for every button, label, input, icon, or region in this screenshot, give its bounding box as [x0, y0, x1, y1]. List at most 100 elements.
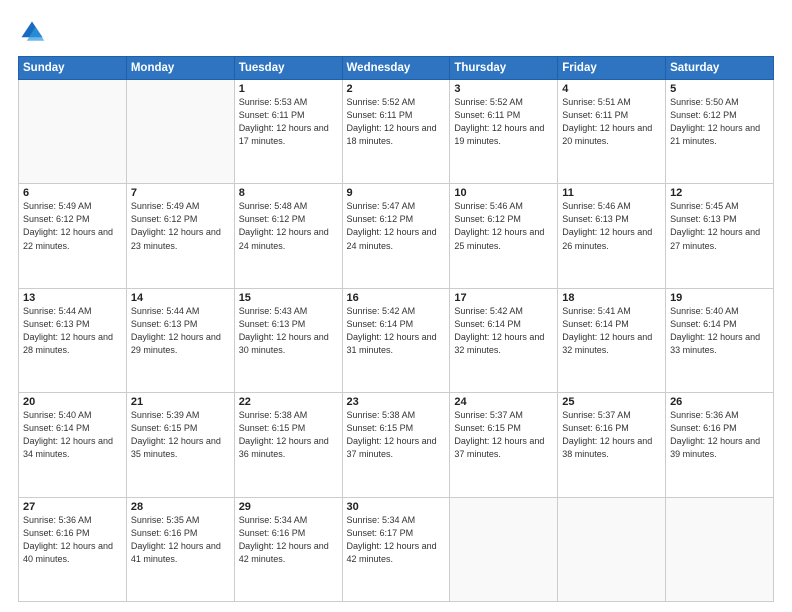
day-number: 5 [670, 83, 769, 95]
day-number: 2 [347, 83, 446, 95]
day-header-friday: Friday [558, 57, 666, 80]
logo [18, 18, 50, 46]
calendar-cell [19, 80, 127, 184]
day-number: 25 [562, 396, 661, 408]
day-info: Sunrise: 5:48 AM Sunset: 6:12 PM Dayligh… [239, 200, 338, 252]
day-info: Sunrise: 5:37 AM Sunset: 6:16 PM Dayligh… [562, 409, 661, 461]
day-info: Sunrise: 5:46 AM Sunset: 6:12 PM Dayligh… [454, 200, 553, 252]
day-number: 16 [347, 292, 446, 304]
day-header-wednesday: Wednesday [342, 57, 450, 80]
week-row-4: 27Sunrise: 5:36 AM Sunset: 6:16 PM Dayli… [19, 497, 774, 601]
calendar-cell: 20Sunrise: 5:40 AM Sunset: 6:14 PM Dayli… [19, 393, 127, 497]
calendar-cell: 10Sunrise: 5:46 AM Sunset: 6:12 PM Dayli… [450, 184, 558, 288]
calendar-cell: 8Sunrise: 5:48 AM Sunset: 6:12 PM Daylig… [234, 184, 342, 288]
day-info: Sunrise: 5:45 AM Sunset: 6:13 PM Dayligh… [670, 200, 769, 252]
week-row-0: 1Sunrise: 5:53 AM Sunset: 6:11 PM Daylig… [19, 80, 774, 184]
day-number: 18 [562, 292, 661, 304]
day-info: Sunrise: 5:35 AM Sunset: 6:16 PM Dayligh… [131, 514, 230, 566]
calendar-cell: 5Sunrise: 5:50 AM Sunset: 6:12 PM Daylig… [666, 80, 774, 184]
day-number: 9 [347, 187, 446, 199]
day-info: Sunrise: 5:49 AM Sunset: 6:12 PM Dayligh… [131, 200, 230, 252]
day-number: 13 [23, 292, 122, 304]
day-info: Sunrise: 5:49 AM Sunset: 6:12 PM Dayligh… [23, 200, 122, 252]
calendar-cell: 19Sunrise: 5:40 AM Sunset: 6:14 PM Dayli… [666, 288, 774, 392]
day-number: 28 [131, 501, 230, 513]
day-number: 10 [454, 187, 553, 199]
day-info: Sunrise: 5:47 AM Sunset: 6:12 PM Dayligh… [347, 200, 446, 252]
day-info: Sunrise: 5:38 AM Sunset: 6:15 PM Dayligh… [239, 409, 338, 461]
day-number: 14 [131, 292, 230, 304]
day-number: 30 [347, 501, 446, 513]
day-info: Sunrise: 5:37 AM Sunset: 6:15 PM Dayligh… [454, 409, 553, 461]
day-info: Sunrise: 5:34 AM Sunset: 6:16 PM Dayligh… [239, 514, 338, 566]
day-info: Sunrise: 5:42 AM Sunset: 6:14 PM Dayligh… [347, 305, 446, 357]
day-info: Sunrise: 5:51 AM Sunset: 6:11 PM Dayligh… [562, 96, 661, 148]
day-header-monday: Monday [126, 57, 234, 80]
calendar-cell: 16Sunrise: 5:42 AM Sunset: 6:14 PM Dayli… [342, 288, 450, 392]
calendar-cell: 23Sunrise: 5:38 AM Sunset: 6:15 PM Dayli… [342, 393, 450, 497]
header [18, 18, 774, 46]
day-number: 26 [670, 396, 769, 408]
calendar: SundayMondayTuesdayWednesdayThursdayFrid… [18, 56, 774, 602]
day-info: Sunrise: 5:41 AM Sunset: 6:14 PM Dayligh… [562, 305, 661, 357]
day-info: Sunrise: 5:53 AM Sunset: 6:11 PM Dayligh… [239, 96, 338, 148]
day-info: Sunrise: 5:38 AM Sunset: 6:15 PM Dayligh… [347, 409, 446, 461]
calendar-cell: 25Sunrise: 5:37 AM Sunset: 6:16 PM Dayli… [558, 393, 666, 497]
day-info: Sunrise: 5:42 AM Sunset: 6:14 PM Dayligh… [454, 305, 553, 357]
calendar-cell: 9Sunrise: 5:47 AM Sunset: 6:12 PM Daylig… [342, 184, 450, 288]
day-number: 27 [23, 501, 122, 513]
calendar-cell: 2Sunrise: 5:52 AM Sunset: 6:11 PM Daylig… [342, 80, 450, 184]
day-info: Sunrise: 5:39 AM Sunset: 6:15 PM Dayligh… [131, 409, 230, 461]
calendar-cell: 11Sunrise: 5:46 AM Sunset: 6:13 PM Dayli… [558, 184, 666, 288]
calendar-cell: 12Sunrise: 5:45 AM Sunset: 6:13 PM Dayli… [666, 184, 774, 288]
day-number: 12 [670, 187, 769, 199]
day-number: 3 [454, 83, 553, 95]
calendar-cell: 3Sunrise: 5:52 AM Sunset: 6:11 PM Daylig… [450, 80, 558, 184]
day-number: 19 [670, 292, 769, 304]
calendar-cell: 29Sunrise: 5:34 AM Sunset: 6:16 PM Dayli… [234, 497, 342, 601]
calendar-cell: 24Sunrise: 5:37 AM Sunset: 6:15 PM Dayli… [450, 393, 558, 497]
day-number: 21 [131, 396, 230, 408]
day-number: 6 [23, 187, 122, 199]
day-info: Sunrise: 5:44 AM Sunset: 6:13 PM Dayligh… [23, 305, 122, 357]
day-number: 23 [347, 396, 446, 408]
calendar-cell: 18Sunrise: 5:41 AM Sunset: 6:14 PM Dayli… [558, 288, 666, 392]
day-number: 11 [562, 187, 661, 199]
calendar-cell: 21Sunrise: 5:39 AM Sunset: 6:15 PM Dayli… [126, 393, 234, 497]
calendar-cell: 17Sunrise: 5:42 AM Sunset: 6:14 PM Dayli… [450, 288, 558, 392]
day-number: 24 [454, 396, 553, 408]
day-info: Sunrise: 5:36 AM Sunset: 6:16 PM Dayligh… [670, 409, 769, 461]
calendar-cell: 1Sunrise: 5:53 AM Sunset: 6:11 PM Daylig… [234, 80, 342, 184]
day-info: Sunrise: 5:36 AM Sunset: 6:16 PM Dayligh… [23, 514, 122, 566]
calendar-cell: 4Sunrise: 5:51 AM Sunset: 6:11 PM Daylig… [558, 80, 666, 184]
day-number: 8 [239, 187, 338, 199]
calendar-cell: 30Sunrise: 5:34 AM Sunset: 6:17 PM Dayli… [342, 497, 450, 601]
calendar-cell [450, 497, 558, 601]
calendar-body: 1Sunrise: 5:53 AM Sunset: 6:11 PM Daylig… [19, 80, 774, 602]
calendar-cell: 13Sunrise: 5:44 AM Sunset: 6:13 PM Dayli… [19, 288, 127, 392]
calendar-cell: 7Sunrise: 5:49 AM Sunset: 6:12 PM Daylig… [126, 184, 234, 288]
header-row: SundayMondayTuesdayWednesdayThursdayFrid… [19, 57, 774, 80]
day-number: 4 [562, 83, 661, 95]
day-number: 20 [23, 396, 122, 408]
day-number: 1 [239, 83, 338, 95]
day-number: 22 [239, 396, 338, 408]
calendar-cell: 27Sunrise: 5:36 AM Sunset: 6:16 PM Dayli… [19, 497, 127, 601]
calendar-cell: 6Sunrise: 5:49 AM Sunset: 6:12 PM Daylig… [19, 184, 127, 288]
day-info: Sunrise: 5:52 AM Sunset: 6:11 PM Dayligh… [347, 96, 446, 148]
day-number: 29 [239, 501, 338, 513]
day-number: 7 [131, 187, 230, 199]
day-info: Sunrise: 5:50 AM Sunset: 6:12 PM Dayligh… [670, 96, 769, 148]
page: SundayMondayTuesdayWednesdayThursdayFrid… [0, 0, 792, 612]
day-header-tuesday: Tuesday [234, 57, 342, 80]
day-info: Sunrise: 5:44 AM Sunset: 6:13 PM Dayligh… [131, 305, 230, 357]
calendar-cell [126, 80, 234, 184]
calendar-cell: 14Sunrise: 5:44 AM Sunset: 6:13 PM Dayli… [126, 288, 234, 392]
day-info: Sunrise: 5:34 AM Sunset: 6:17 PM Dayligh… [347, 514, 446, 566]
calendar-cell: 28Sunrise: 5:35 AM Sunset: 6:16 PM Dayli… [126, 497, 234, 601]
day-header-thursday: Thursday [450, 57, 558, 80]
calendar-cell [558, 497, 666, 601]
calendar-cell [666, 497, 774, 601]
calendar-cell: 15Sunrise: 5:43 AM Sunset: 6:13 PM Dayli… [234, 288, 342, 392]
calendar-cell: 22Sunrise: 5:38 AM Sunset: 6:15 PM Dayli… [234, 393, 342, 497]
